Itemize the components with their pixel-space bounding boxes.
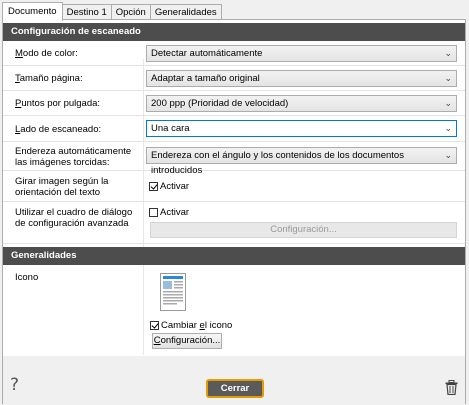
advanced-checkbox[interactable] [149, 208, 158, 217]
icon-label: Icono [15, 272, 39, 283]
advanced-config-button: Configuración... [150, 222, 457, 238]
page-size-label: Tamaño página: [15, 73, 83, 84]
deskew-select[interactable]: Endereza con el ángulo y los contenidos … [146, 147, 457, 176]
chevron-down-icon: ⌄ [444, 73, 452, 83]
document-icon [160, 273, 186, 311]
dpi-value: 200 ppp (Prioridad de velocidad) [151, 98, 289, 109]
rotate-label-line2: orientación del texto [15, 187, 101, 198]
page-size-select[interactable]: Adaptar a tamaño original ⌄ [146, 70, 457, 87]
help-icon[interactable]: ? [10, 375, 19, 395]
dpi-label: Puntos por pulgada: [15, 98, 101, 109]
dpi-select[interactable]: 200 ppp (Prioridad de velocidad) ⌄ [146, 95, 457, 112]
scan-side-value: Una cara [151, 123, 190, 134]
chevron-down-icon: ⌄ [444, 98, 452, 108]
color-mode-label: Modo de color: [15, 48, 78, 59]
rotate-checkbox[interactable] [149, 182, 158, 191]
scan-section-header: Configuración de escaneado [3, 23, 465, 41]
tab-documento[interactable]: Documento [2, 2, 63, 21]
change-icon-checkbox-group[interactable]: Cambiar el icono [150, 320, 232, 331]
icon-config-button[interactable]: Configuración... [152, 333, 222, 349]
scan-side-label: Lado de escaneado: [15, 124, 102, 135]
rotate-checkbox-group[interactable]: Activar [149, 181, 189, 192]
advanced-checkbox-group[interactable]: Activar [149, 207, 189, 218]
tab-destino-1[interactable]: Destino 1 [61, 4, 112, 20]
settings-panel: Configuración de escaneado Modo de color… [2, 19, 466, 404]
rotate-label: Girar imagen según la orientación del te… [15, 176, 108, 198]
advanced-label-line1: Utilizar el cuadro de diálogo [15, 207, 133, 218]
deskew-label: Endereza automáticamente las imágenes to… [15, 146, 131, 168]
deskew-label-line1: Endereza automáticamente [15, 146, 132, 157]
deskew-label-line2: las imágenes torcidas: [15, 157, 110, 168]
change-icon-checkbox[interactable] [150, 321, 159, 330]
chevron-down-icon: ⌄ [444, 48, 452, 58]
page-size-value: Adaptar a tamaño original [151, 73, 260, 84]
rotate-checkbox-label[interactable]: Activar [160, 181, 189, 192]
tab-bar: Documento Destino 1 Opción Generalidades [2, 2, 222, 21]
change-icon-label[interactable]: Cambiar el icono [161, 320, 232, 331]
advanced-label: Utilizar el cuadro de diálogo de configu… [15, 207, 132, 229]
tab-opcion[interactable]: Opción [110, 4, 151, 20]
advanced-checkbox-label[interactable]: Activar [160, 207, 189, 218]
trash-icon[interactable] [445, 380, 458, 398]
color-mode-value: Detectar automáticamente [151, 48, 263, 59]
color-mode-select[interactable]: Detectar automáticamente ⌄ [146, 45, 457, 62]
rotate-label-line1: Girar imagen según la [15, 176, 109, 187]
general-section-header: Generalidades [3, 247, 465, 265]
close-button[interactable]: Cerrar [206, 379, 264, 398]
rotate-row: Girar imagen según la orientación del te… [3, 171, 465, 202]
chevron-down-icon: ⌄ [444, 123, 452, 133]
advanced-label-line2: de configuración avanzada [15, 218, 129, 229]
tab-generalidades[interactable]: Generalidades [149, 4, 222, 20]
chevron-down-icon: ⌄ [444, 150, 452, 160]
scan-side-select[interactable]: Una cara ⌄ [146, 120, 457, 137]
